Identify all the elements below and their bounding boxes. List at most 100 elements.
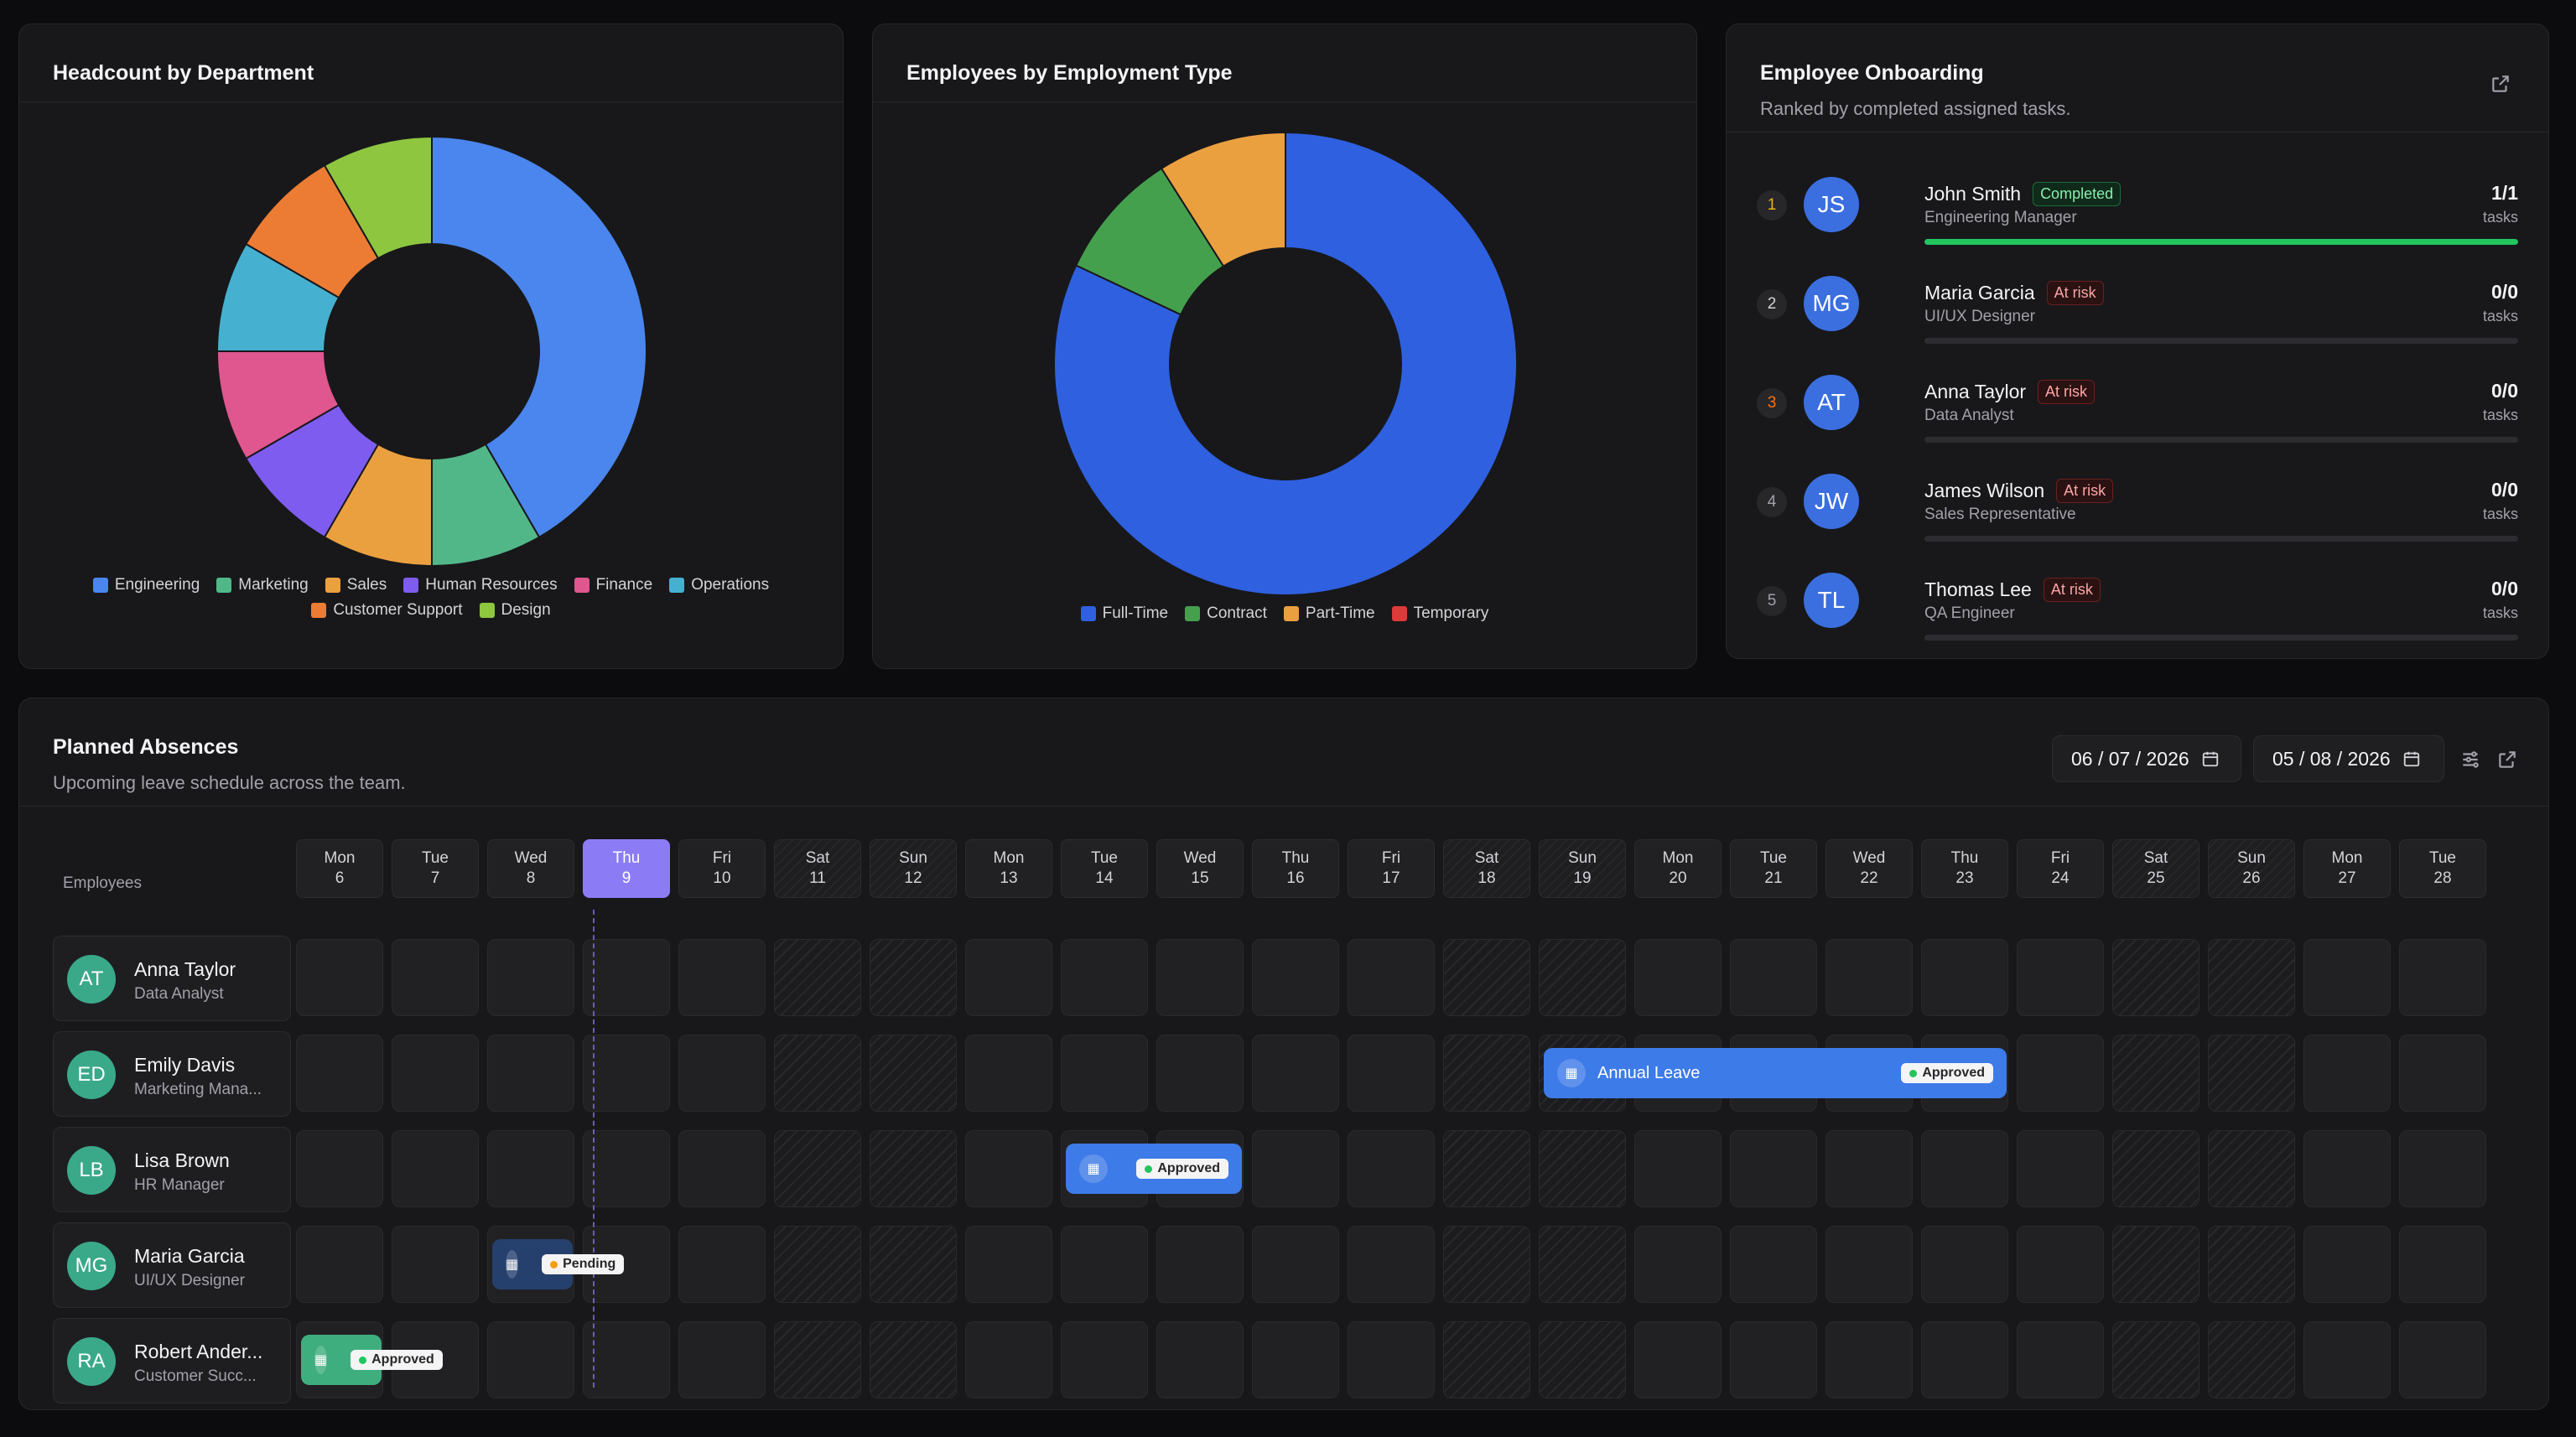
day-cell[interactable] <box>1539 939 1626 1016</box>
day-cell[interactable] <box>1443 1321 1530 1398</box>
legend-item[interactable]: Finance <box>574 576 652 594</box>
day-cell[interactable] <box>2112 939 2199 1016</box>
legend-item[interactable]: Temporary <box>1391 604 1488 623</box>
day-cell[interactable] <box>870 1321 957 1398</box>
day-cell[interactable] <box>2208 1130 2295 1207</box>
leave-block[interactable]: ▦ Approved <box>301 1335 443 1385</box>
day-cell[interactable] <box>1921 939 2008 1016</box>
day-cell[interactable] <box>2017 1321 2104 1398</box>
day-cell[interactable] <box>1634 1226 1722 1303</box>
legend-item[interactable]: Sales <box>325 576 387 594</box>
day-cell[interactable] <box>2208 1226 2295 1303</box>
day-cell[interactable] <box>774 1130 861 1207</box>
day-cell[interactable] <box>583 1321 670 1398</box>
day-cell[interactable] <box>2208 1321 2295 1398</box>
day-cell[interactable] <box>2303 939 2391 1016</box>
day-cell[interactable] <box>1826 1226 1913 1303</box>
day-cell[interactable] <box>487 939 574 1016</box>
day-cell[interactable] <box>296 1130 383 1207</box>
day-cell[interactable] <box>1348 1130 1435 1207</box>
day-cell[interactable] <box>965 1130 1052 1207</box>
legend-item[interactable]: Full-Time <box>1080 604 1168 623</box>
day-cell[interactable] <box>2112 1226 2199 1303</box>
day-cell[interactable] <box>1061 939 1148 1016</box>
legend-item[interactable]: Engineering <box>92 576 200 594</box>
day-cell[interactable] <box>1156 1321 1244 1398</box>
day-cell[interactable] <box>1730 1226 1817 1303</box>
day-cell[interactable] <box>2303 1321 2391 1398</box>
day-cell[interactable] <box>678 1226 766 1303</box>
day-cell[interactable] <box>2017 1035 2104 1112</box>
day-cell[interactable] <box>1921 1321 2008 1398</box>
day-cell[interactable] <box>1443 1226 1530 1303</box>
leave-block[interactable]: ▦ Approved <box>1066 1144 1242 1194</box>
day-cell[interactable] <box>870 1035 957 1112</box>
legend-item[interactable]: Operations <box>669 576 769 594</box>
day-cell[interactable] <box>1348 1035 1435 1112</box>
day-cell[interactable] <box>1634 1321 1722 1398</box>
day-cell[interactable] <box>1826 1321 1913 1398</box>
external-link-icon[interactable] <box>2486 70 2515 98</box>
day-cell[interactable] <box>1539 1130 1626 1207</box>
day-cell[interactable] <box>2303 1226 2391 1303</box>
day-cell[interactable] <box>1252 1226 1339 1303</box>
day-cell[interactable] <box>2399 1035 2486 1112</box>
day-cell[interactable] <box>392 1226 479 1303</box>
day-cell[interactable] <box>1348 939 1435 1016</box>
day-cell[interactable] <box>583 1035 670 1112</box>
day-cell[interactable] <box>965 1321 1052 1398</box>
day-cell[interactable] <box>392 1035 479 1112</box>
day-cell[interactable] <box>583 1130 670 1207</box>
day-cell[interactable] <box>1730 1130 1817 1207</box>
day-cell[interactable] <box>2399 1130 2486 1207</box>
day-cell[interactable] <box>678 1035 766 1112</box>
day-cell[interactable] <box>774 1035 861 1112</box>
onboarding-row[interactable]: 1 JS John Smith Completed Engineering Man… <box>1757 172 2518 271</box>
day-cell[interactable] <box>1730 1321 1817 1398</box>
day-cell[interactable] <box>1156 939 1244 1016</box>
day-cell[interactable] <box>2112 1035 2199 1112</box>
day-cell[interactable] <box>487 1321 574 1398</box>
day-cell[interactable] <box>392 939 479 1016</box>
day-cell[interactable] <box>1921 1130 2008 1207</box>
day-cell[interactable] <box>2208 1035 2295 1112</box>
onboarding-row[interactable]: 2 MG Maria Garcia At risk UI/UX Designer … <box>1757 271 2518 370</box>
day-cell[interactable] <box>1348 1226 1435 1303</box>
legend-item[interactable]: Contract <box>1185 604 1267 623</box>
day-cell[interactable] <box>1443 1130 1530 1207</box>
onboarding-row[interactable]: 5 TL Thomas Lee At risk QA Engineer 0/0 t… <box>1757 568 2518 658</box>
day-cell[interactable] <box>1634 939 1722 1016</box>
day-cell[interactable] <box>1348 1321 1435 1398</box>
legend-item[interactable]: Marketing <box>216 576 309 594</box>
day-cell[interactable] <box>1921 1226 2008 1303</box>
day-cell[interactable] <box>2399 1321 2486 1398</box>
day-cell[interactable] <box>2017 939 2104 1016</box>
day-cell[interactable] <box>296 1226 383 1303</box>
day-cell[interactable] <box>296 1035 383 1112</box>
onboarding-row[interactable]: 4 JW James Wilson At risk Sales Represent… <box>1757 469 2518 568</box>
employee-card[interactable]: ED Emily Davis Marketing Mana... <box>53 1031 291 1117</box>
day-cell[interactable] <box>678 1321 766 1398</box>
legend-item[interactable]: Part-Time <box>1283 604 1375 623</box>
day-cell[interactable] <box>774 1321 861 1398</box>
employee-card[interactable]: LB Lisa Brown HR Manager <box>53 1127 291 1212</box>
onboarding-row[interactable]: 3 AT Anna Taylor At risk Data Analyst 0/0… <box>1757 370 2518 469</box>
day-cell[interactable] <box>2208 939 2295 1016</box>
leave-block[interactable]: ▦ Annual Leave Approved <box>1544 1048 2007 1098</box>
day-cell[interactable] <box>2303 1130 2391 1207</box>
day-cell[interactable] <box>2399 939 2486 1016</box>
day-cell[interactable] <box>1730 939 1817 1016</box>
day-cell[interactable] <box>774 1226 861 1303</box>
day-cell[interactable] <box>1061 1035 1148 1112</box>
day-cell[interactable] <box>296 939 383 1016</box>
day-cell[interactable] <box>1061 1226 1148 1303</box>
day-cell[interactable] <box>965 1035 1052 1112</box>
legend-item[interactable]: Customer Support <box>311 601 463 620</box>
day-cell[interactable] <box>2112 1130 2199 1207</box>
day-cell[interactable] <box>1443 939 1530 1016</box>
day-cell[interactable] <box>774 939 861 1016</box>
employee-card[interactable]: AT Anna Taylor Data Analyst <box>53 936 291 1021</box>
day-cell[interactable] <box>1156 1226 1244 1303</box>
day-cell[interactable] <box>1539 1321 1626 1398</box>
legend-item[interactable]: Design <box>479 601 551 620</box>
